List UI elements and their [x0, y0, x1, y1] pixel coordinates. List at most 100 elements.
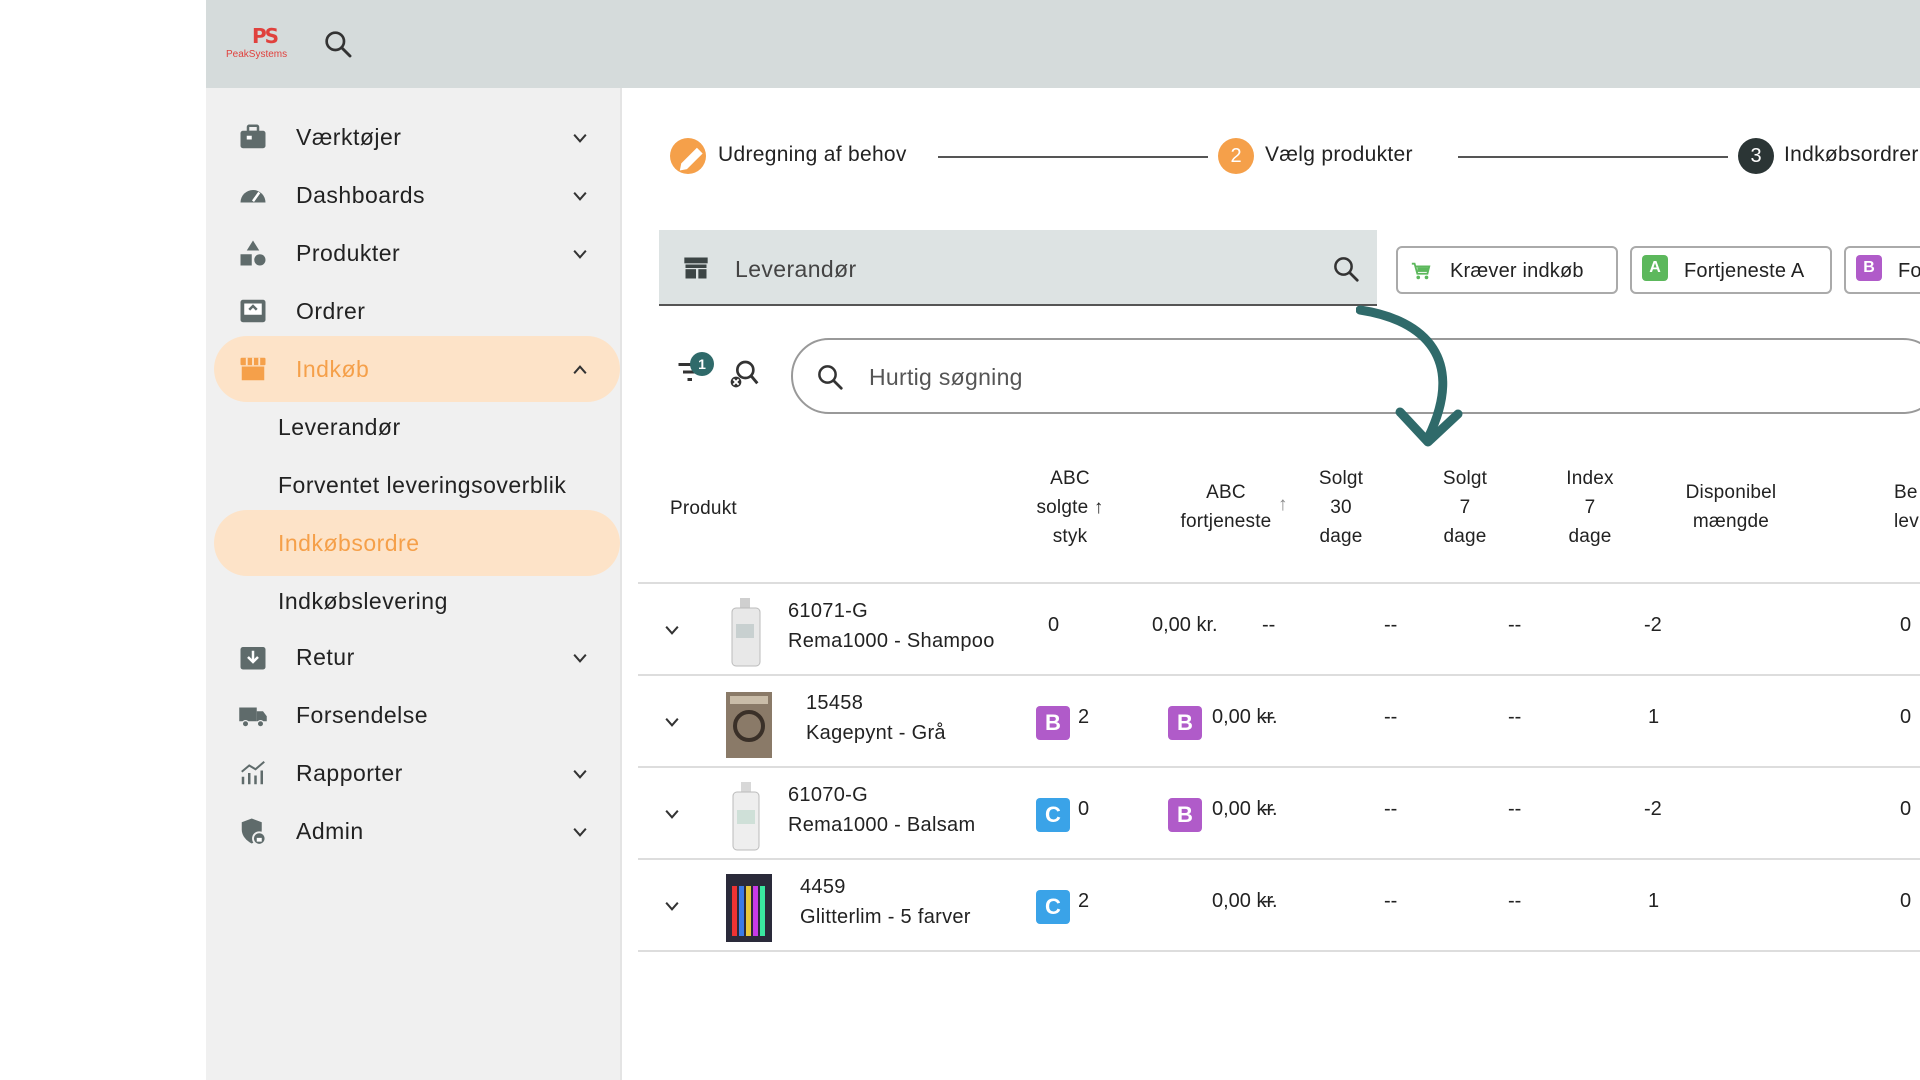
sidebar-subitem-leverandoer[interactable]: Leverandør: [214, 394, 620, 460]
sidebar-item-ordrer[interactable]: Ordrer: [214, 278, 620, 344]
chevron-down-icon[interactable]: [662, 804, 682, 824]
abc-badge: B: [1168, 706, 1202, 740]
sidebar-item-indkoeb[interactable]: Indkøb: [214, 336, 620, 402]
product-thumbnail: [726, 692, 772, 758]
product-thumbnail: [731, 598, 761, 667]
sold-30-value: --: [1262, 706, 1276, 728]
table-row[interactable]: 4459 Glitterlim - 5 farver C 2 0,00 kr. …: [638, 858, 1920, 950]
available-value: 1: [1648, 890, 1660, 912]
filter-chip-fortjeneste-b[interactable]: B For: [1844, 246, 1920, 294]
chevron-down-icon[interactable]: [662, 620, 682, 640]
chip-label: Kræver indkøb: [1450, 260, 1584, 282]
column-header-abc-fortjeneste[interactable]: ABC fortjeneste: [1166, 478, 1286, 536]
abc-sold-value: 2: [1078, 706, 1090, 728]
sidebar-subitem-label: Indkøbsordre: [278, 530, 420, 556]
truck-icon: [239, 707, 267, 728]
logo[interactable]: PS PeakSystems: [226, 22, 300, 66]
product-name: Glitterlim - 5 farver: [800, 906, 971, 928]
search-icon: [818, 365, 843, 390]
quick-search-placeholder: Hurtig søgning: [869, 364, 1023, 390]
abc-sold-value: 2: [1078, 890, 1090, 912]
supplier-label: Leverandør: [735, 256, 857, 282]
sidebar-subitem-forventet-leveringsoverblik[interactable]: Forventet leveringsoverblik: [214, 452, 620, 518]
sidebar-item-dashboards[interactable]: Dashboards: [214, 162, 620, 228]
logo-mark: PS: [252, 24, 279, 48]
supplier-field[interactable]: Leverandør: [659, 230, 1377, 306]
sidebar-item-rapporter[interactable]: Rapporter: [214, 740, 620, 806]
app: PS PeakSystems Værktøjer Dashboards Prod…: [206, 0, 1920, 1080]
toolbox-icon: [240, 124, 266, 149]
table-row[interactable]: 61071-G Rema1000 - Shampoo 0 0,00 kr. --…: [638, 582, 1920, 674]
table-row[interactable]: 61070-G Rema1000 - Balsam C 0 B 0,00 kr.…: [638, 766, 1920, 858]
sidebar-item-retur[interactable]: Retur: [214, 624, 620, 690]
product-name: Rema1000 - Balsam: [788, 814, 976, 836]
store-icon: [240, 357, 266, 381]
sidebar-item-admin[interactable]: Admin: [214, 798, 620, 864]
available-value: 1: [1648, 706, 1660, 728]
product-id: 61071-G: [788, 600, 868, 622]
sidebar-item-produkter[interactable]: Produkter: [214, 220, 620, 286]
pencil-icon: [679, 147, 703, 171]
step-1-done[interactable]: [670, 138, 706, 174]
filter-chip-fortjeneste-a[interactable]: A Fortjeneste A: [1630, 246, 1832, 294]
chevron-down-icon[interactable]: [662, 896, 682, 916]
column-header-index-7-dage[interactable]: Index 7 dage: [1555, 464, 1625, 551]
sold-7-value: --: [1384, 706, 1398, 728]
column-header-solgt-30-dage[interactable]: Solgt 30 dage: [1306, 464, 1376, 551]
product-thumbnail: [726, 874, 772, 942]
chevron-down-icon: [573, 770, 587, 779]
column-header-abc-solgte-styk[interactable]: ABC solgte ↑ styk: [1020, 464, 1120, 551]
store-icon: [684, 257, 708, 279]
chevron-down-icon[interactable]: [662, 712, 682, 732]
annotation-arrow-icon: [1356, 305, 1463, 447]
sidebar-subitem-indkoebsordre[interactable]: Indkøbsordre: [214, 510, 620, 576]
sidebar-item-label: Produkter: [296, 240, 401, 266]
column-header-solgt-7-dage[interactable]: Solgt 7 dage: [1430, 464, 1500, 551]
sidebar-subitem-label: Leverandør: [278, 414, 401, 440]
step-2-label: Vælg produkter: [1265, 143, 1413, 166]
sidebar-item-label: Dashboards: [296, 182, 426, 208]
sidebar: Værktøjer Dashboards Produkter Ordrer In…: [206, 88, 622, 1080]
column-header-produkt[interactable]: Produkt: [670, 494, 737, 523]
abc-badge: B: [1856, 255, 1882, 281]
sidebar-subitem-label: Indkøbslevering: [278, 588, 448, 614]
sold-30-value: --: [1262, 798, 1276, 820]
step-3-number[interactable]: 3: [1738, 138, 1774, 174]
gauge-icon: [240, 190, 266, 203]
column-header-disponibel-maengde[interactable]: Disponibel mængde: [1666, 478, 1796, 536]
sidebar-item-label: Indkøb: [296, 356, 370, 382]
product-name: Rema1000 - Shampoo: [788, 630, 995, 652]
search-icon[interactable]: [322, 28, 354, 60]
abc-sold-value: 0: [1048, 614, 1060, 636]
index-7-value: --: [1508, 890, 1522, 912]
abc-badge: B: [1168, 798, 1202, 832]
search-icon[interactable]: [1331, 254, 1361, 284]
sidebar-item-label: Admin: [296, 818, 364, 844]
bar-chart-icon: [241, 760, 265, 785]
sort-arrow-up-icon[interactable]: ↑: [1278, 494, 1288, 516]
product-id: 4459: [800, 876, 846, 898]
shield-lock-icon: [241, 818, 267, 846]
sold-30-value: --: [1262, 614, 1276, 636]
abc-sold-value: 0: [1078, 798, 1090, 820]
logo-word: PeakSystems: [226, 49, 288, 60]
column-header-truncated[interactable]: Be lev: [1894, 478, 1920, 536]
product-name: Kagepynt - Grå: [806, 722, 946, 744]
product-id: 15458: [806, 692, 864, 714]
sidebar-item-label: Retur: [296, 644, 355, 670]
table-row[interactable]: 15458 Kagepynt - Grå B 2 B 0,00 kr. -- -…: [638, 674, 1920, 766]
truncated-column-value: 0: [1900, 798, 1912, 820]
step-2-number[interactable]: 2: [1218, 138, 1254, 174]
sidebar-item-label: Forsendelse: [296, 702, 429, 728]
chip-label: Fortjeneste A: [1684, 260, 1805, 282]
sold-30-value: --: [1262, 890, 1276, 912]
sold-7-value: --: [1384, 798, 1398, 820]
sidebar-item-forsendelse[interactable]: Forsendelse: [214, 682, 620, 748]
abc-badge: A: [1642, 255, 1668, 281]
sidebar-item-vaerktoejer[interactable]: Værktøjer: [214, 104, 620, 170]
filter-chip-kraever-indkoeb[interactable]: Kræver indkøb: [1396, 246, 1618, 294]
clear-search-icon[interactable]: [728, 358, 760, 390]
sold-7-value: --: [1384, 890, 1398, 912]
step-3-label: Indkøbsordrer til: [1784, 143, 1920, 166]
return-box-icon: [240, 647, 266, 670]
